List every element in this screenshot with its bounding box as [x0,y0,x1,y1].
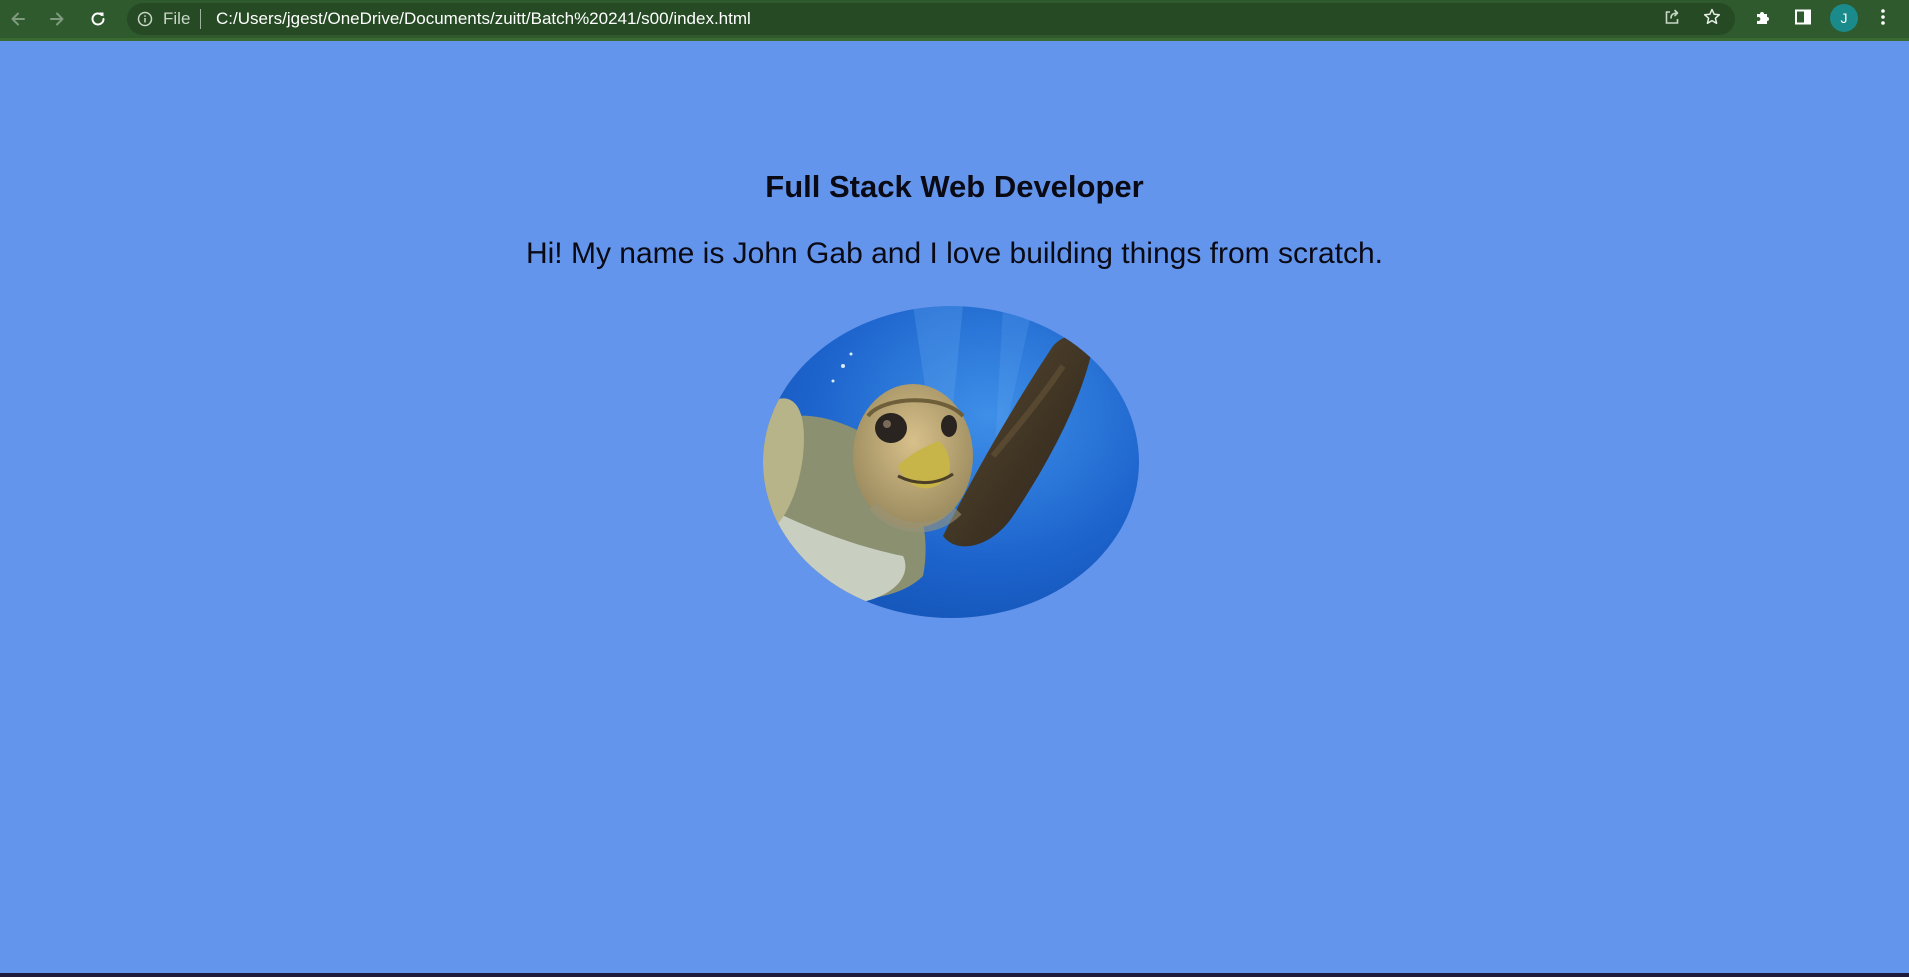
url-text[interactable]: C:/Users/jgest/OneDrive/Documents/zuitt/… [216,9,751,29]
reload-button[interactable] [84,5,112,33]
menu-button[interactable] [1870,6,1896,32]
share-icon [1662,7,1682,32]
address-bar[interactable]: File C:/Users/jgest/OneDrive/Documents/z… [127,3,1735,35]
arrow-right-icon [47,9,67,29]
back-button[interactable] [4,5,32,33]
side-panel-icon [1793,7,1813,32]
kebab-menu-icon [1873,7,1893,32]
page-title: Full Stack Web Developer [765,169,1144,204]
share-button[interactable] [1660,7,1684,31]
star-icon [1702,7,1722,32]
bookmark-button[interactable] [1700,7,1724,31]
arrow-left-icon [8,9,28,29]
forward-button[interactable] [43,5,71,33]
info-icon [137,11,153,27]
browser-toolbar: File C:/Users/jgest/OneDrive/Documents/z… [0,0,1909,41]
site-info-label: File [163,9,191,28]
omnibox-divider [200,9,202,29]
puzzle-icon [1753,7,1773,32]
reload-icon [88,9,108,29]
intro-text: Hi! My name is John Gab and I love build… [525,237,1384,270]
page-content: Full Stack Web Developer Hi! My name is … [0,41,1909,971]
side-panel-button[interactable] [1790,6,1816,32]
turtle-photo [763,306,1139,618]
extensions-button[interactable] [1750,6,1776,32]
bottom-edge [0,973,1909,977]
site-info-chip[interactable]: File [137,9,202,29]
avatar[interactable]: J [1830,4,1858,32]
